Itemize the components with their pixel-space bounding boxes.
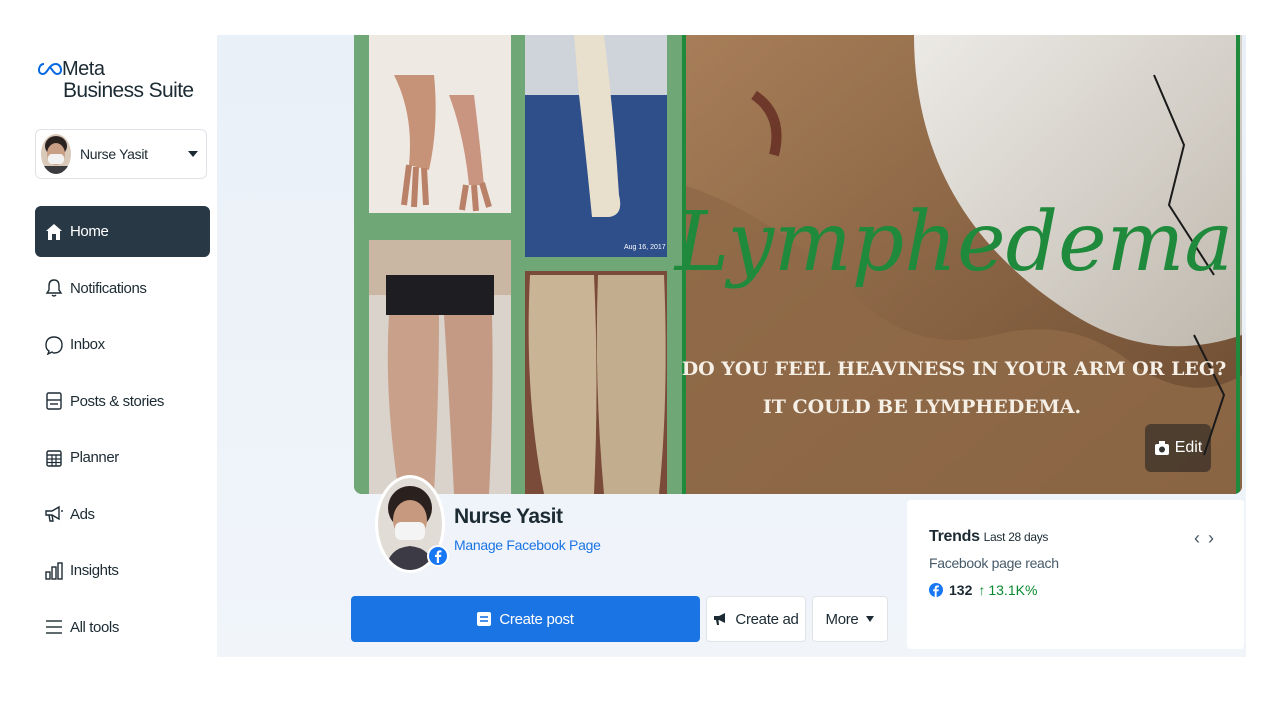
home-icon [44,221,64,243]
sidebar-item-home[interactable]: Home [35,206,210,257]
bell-icon [44,277,64,299]
account-switcher[interactable]: Nurse Yasit [35,129,207,179]
trends-metric-label: Facebook page reach [929,555,1059,571]
more-button[interactable]: More [812,596,888,642]
create-post-label: Create post [499,610,574,628]
sidebar-item-label: Planner [70,449,119,466]
camera-icon [1154,441,1169,455]
page-title: Nurse Yasit [454,505,563,528]
sidebar-item-label: All tools [70,618,119,636]
sidebar-item-label: Insights [70,562,119,579]
chat-bubble-icon [44,334,64,356]
sidebar-item-label: Inbox [70,336,105,353]
megaphone-icon [714,613,726,625]
edit-label: Edit [1174,439,1203,456]
facebook-badge-icon [427,545,449,567]
sidebar-item-insights[interactable]: Insights [35,545,210,596]
logo-meta-text: Meta [62,58,105,80]
cover-script-title: Lymphedema [673,195,1234,290]
more-label: More [825,610,859,628]
trends-heading: Trends Last 28 days [929,528,1048,546]
chevron-left-icon[interactable]: ‹ [1194,528,1208,548]
cover-headline-1: DO YOU FEEL HEAVINESS IN YOUR ARM OR LEG… [682,358,1227,380]
avatar [41,134,71,174]
trends-card: Trends Last 28 days ‹› Facebook page reac… [907,500,1244,649]
account-name: Nurse Yasit [80,146,148,162]
logo-suite-text: Business Suite [63,79,194,102]
cover-date-stamp: Aug 16, 2017 [624,244,666,251]
create-ad-label: Create ad [735,610,799,628]
trends-value: 132 [949,582,973,598]
edit-cover-button[interactable]: Edit [1145,424,1211,472]
sidebar: Meta Business Suite Nurse Yasit Home Not… [0,0,217,657]
post-icon [477,612,492,626]
meta-infinity-icon [38,62,62,76]
trends-change: 13.1K% [988,582,1038,598]
sidebar-item-label: Posts & stories [70,392,165,410]
create-post-button[interactable]: Create post [351,596,700,642]
cover-headline-2: IT COULD BE LYMPHEDEMA. [763,396,1081,418]
bar-chart-icon [44,560,64,582]
trends-values: 132 ↑ 13.1K% [929,582,1037,598]
facebook-icon [929,583,943,597]
create-ad-button[interactable]: Create ad [706,596,806,642]
sidebar-item-ads[interactable]: Ads [35,489,210,540]
trends-pager: ‹› [1194,528,1222,549]
cover-image: Aug 16, 2017 Lymphedema DO YOU FEEL HEAV… [354,35,1242,494]
arrow-up-icon: ↑ [978,582,986,598]
caret-down-icon [866,616,875,622]
posts-icon [44,390,64,412]
sidebar-item-posts-stories[interactable]: Posts & stories [35,376,210,427]
trends-title: Trends [929,528,980,545]
chevron-right-icon[interactable]: › [1208,528,1222,548]
manage-facebook-page-link[interactable]: Manage Facebook Page [454,537,601,553]
trends-period: Last 28 days [983,530,1049,544]
page-profile-picture[interactable] [375,475,449,573]
megaphone-icon [44,503,64,525]
sidebar-item-label: Ads [70,505,95,523]
sidebar-item-planner[interactable]: Planner [35,432,210,483]
menu-icon [44,616,64,638]
main-content: Aug 16, 2017 Lymphedema DO YOU FEEL HEAV… [217,35,1246,657]
sidebar-item-all-tools[interactable]: All tools [35,602,210,653]
sidebar-item-notifications[interactable]: Notifications [35,263,210,314]
cover-photo: Aug 16, 2017 Lymphedema DO YOU FEEL HEAV… [354,35,1242,494]
caret-down-icon [188,151,198,157]
sidebar-item-label: Notifications [70,279,147,297]
sidebar-item-label: Home [70,223,109,240]
meta-business-suite-logo[interactable]: Meta Business Suite [38,58,194,102]
sidebar-nav: Home Notifications Inbox Posts & stories… [35,206,210,658]
calendar-icon [44,447,64,469]
sidebar-item-inbox[interactable]: Inbox [35,319,210,370]
